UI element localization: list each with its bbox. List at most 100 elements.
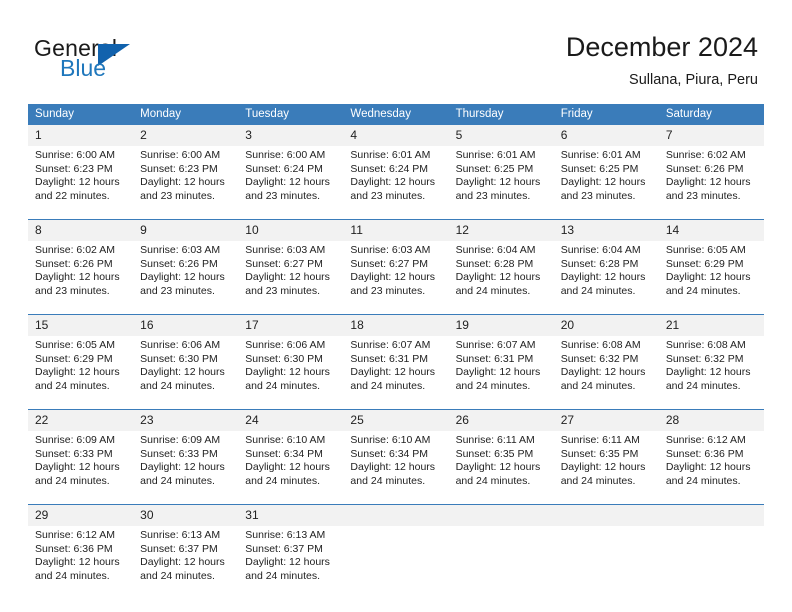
day-cell[interactable]: Sunrise: 6:11 AM Sunset: 6:35 PM Daylight:…	[553, 431, 659, 505]
day-cell[interactable]: Sunrise: 6:07 AM Sunset: 6:31 PM Daylight:…	[448, 336, 554, 410]
day-number[interactable]: 9	[133, 219, 239, 241]
weekday-header-row: Sunday Monday Tuesday Wednesday Thursday…	[28, 104, 764, 125]
day-number[interactable]: 22	[28, 409, 134, 431]
day-cell[interactable]: Sunrise: 6:01 AM Sunset: 6:25 PM Daylight:…	[553, 146, 659, 220]
empty-day-cell	[658, 526, 764, 599]
sunrise-time: Sunrise: 6:05 AM	[665, 244, 746, 256]
day-number[interactable]: 29	[28, 504, 134, 526]
sunset-time: Sunset: 6:29 PM	[35, 352, 113, 365]
day-cell[interactable]: Sunrise: 6:10 AM Sunset: 6:34 PM Daylight:…	[238, 431, 344, 505]
day-cell[interactable]: Sunrise: 6:03 AM Sunset: 6:26 PM Daylight:…	[133, 241, 239, 315]
day-cell[interactable]: Sunrise: 6:12 AM Sunset: 6:36 PM Daylight:…	[658, 431, 764, 505]
day-number[interactable]: 30	[133, 504, 239, 526]
weekday-header-saturday: Saturday	[658, 104, 764, 125]
day-number[interactable]: 24	[238, 409, 344, 431]
day-cell[interactable]: Sunrise: 6:01 AM Sunset: 6:25 PM Daylight:…	[448, 146, 554, 220]
day-cell[interactable]: Sunrise: 6:03 AM Sunset: 6:27 PM Daylight:…	[343, 241, 449, 315]
daylight-duration: and 24 minutes.	[140, 569, 215, 582]
daylight-duration: and 24 minutes.	[35, 569, 110, 582]
week-detail-row: Sunrise: 6:00 AM Sunset: 6:23 PM Daylight:…	[28, 146, 764, 220]
sunrise-time: Sunrise: 6:01 AM	[350, 149, 431, 161]
day-number[interactable]: 1	[28, 125, 134, 146]
day-cell[interactable]: Sunrise: 6:06 AM Sunset: 6:30 PM Daylight:…	[133, 336, 239, 410]
day-cell[interactable]: Sunrise: 6:12 AM Sunset: 6:36 PM Daylight:…	[28, 526, 134, 599]
day-number[interactable]: 31	[238, 504, 344, 526]
week-detail-row: Sunrise: 6:02 AM Sunset: 6:26 PM Daylight:…	[28, 241, 764, 315]
day-number[interactable]: 8	[28, 219, 134, 241]
day-number[interactable]: 5	[448, 125, 554, 146]
day-cell[interactable]: Sunrise: 6:08 AM Sunset: 6:32 PM Daylight:…	[658, 336, 764, 410]
daylight-duration: Daylight: 12 hours	[245, 461, 330, 474]
sunrise-time: Sunrise: 6:13 AM	[245, 529, 326, 541]
daylight-duration: Daylight: 12 hours	[35, 461, 120, 474]
sunset-time: Sunset: 6:32 PM	[560, 352, 639, 365]
day-number[interactable]: 4	[343, 125, 449, 146]
daylight-duration: Daylight: 12 hours	[245, 366, 330, 379]
sunset-time: Sunset: 6:36 PM	[665, 447, 744, 460]
daylight-duration: and 24 minutes.	[560, 379, 636, 392]
day-number[interactable]: 19	[448, 314, 554, 336]
day-number[interactable]: 27	[553, 409, 659, 431]
week-daynumber-row: 8 9 10 11 12 13 14	[28, 219, 764, 241]
daylight-duration: Daylight: 12 hours	[560, 176, 646, 189]
day-number[interactable]: 25	[343, 409, 449, 431]
day-cell[interactable]: Sunrise: 6:01 AM Sunset: 6:24 PM Daylight:…	[343, 146, 449, 220]
day-number[interactable]: 10	[238, 219, 344, 241]
daylight-duration: Daylight: 12 hours	[350, 366, 436, 379]
day-cell[interactable]: Sunrise: 6:13 AM Sunset: 6:37 PM Daylight:…	[133, 526, 239, 599]
logo-text-blue: Blue	[60, 55, 107, 81]
sunset-time: Sunset: 6:33 PM	[140, 447, 218, 460]
sunrise-time: Sunrise: 6:02 AM	[35, 244, 115, 256]
day-cell[interactable]: Sunrise: 6:09 AM Sunset: 6:33 PM Daylight:…	[133, 431, 239, 505]
calendar-page: General Blue December 2024 Sullana, Piur…	[0, 0, 792, 612]
day-number[interactable]: 17	[238, 314, 344, 336]
day-cell[interactable]: Sunrise: 6:05 AM Sunset: 6:29 PM Daylight:…	[28, 336, 134, 410]
day-number[interactable]: 16	[133, 314, 239, 336]
sunrise-time: Sunrise: 6:02 AM	[665, 149, 746, 161]
day-cell[interactable]: Sunrise: 6:11 AM Sunset: 6:35 PM Daylight:…	[448, 431, 554, 505]
day-cell[interactable]: Sunrise: 6:04 AM Sunset: 6:28 PM Daylight:…	[553, 241, 659, 315]
sunset-time: Sunset: 6:27 PM	[350, 257, 429, 270]
day-cell[interactable]: Sunrise: 6:00 AM Sunset: 6:24 PM Daylight:…	[238, 146, 344, 220]
sunset-time: Sunset: 6:34 PM	[350, 447, 429, 460]
day-cell[interactable]: Sunrise: 6:02 AM Sunset: 6:26 PM Daylight:…	[28, 241, 134, 315]
day-cell[interactable]: Sunrise: 6:00 AM Sunset: 6:23 PM Daylight:…	[28, 146, 134, 220]
day-cell[interactable]: Sunrise: 6:06 AM Sunset: 6:30 PM Daylight:…	[238, 336, 344, 410]
week-daynumber-row: 15 16 17 18 19 20 21	[28, 314, 764, 336]
day-cell[interactable]: Sunrise: 6:00 AM Sunset: 6:23 PM Daylight:…	[133, 146, 239, 220]
day-number[interactable]: 26	[448, 409, 554, 431]
day-number[interactable]: 3	[238, 125, 344, 146]
day-number[interactable]: 13	[553, 219, 659, 241]
day-cell[interactable]: Sunrise: 6:08 AM Sunset: 6:32 PM Daylight:…	[553, 336, 659, 410]
sunrise-time: Sunrise: 6:00 AM	[245, 149, 326, 161]
sunrise-time: Sunrise: 6:13 AM	[140, 529, 221, 541]
day-number[interactable]: 14	[658, 219, 764, 241]
day-number[interactable]: 20	[553, 314, 659, 336]
day-number[interactable]: 7	[658, 125, 764, 146]
sunset-time: Sunset: 6:23 PM	[35, 162, 113, 175]
day-cell[interactable]: Sunrise: 6:04 AM Sunset: 6:28 PM Daylight:…	[448, 241, 554, 315]
day-number[interactable]: 12	[448, 219, 554, 241]
day-cell[interactable]: Sunrise: 6:10 AM Sunset: 6:34 PM Daylight:…	[343, 431, 449, 505]
day-number[interactable]: 23	[133, 409, 239, 431]
day-number[interactable]: 18	[343, 314, 449, 336]
day-number[interactable]: 28	[658, 409, 764, 431]
daylight-duration: and 24 minutes.	[245, 569, 320, 582]
day-cell[interactable]: Sunrise: 6:05 AM Sunset: 6:29 PM Daylight:…	[658, 241, 764, 315]
weekday-header-wednesday: Wednesday	[343, 104, 449, 125]
daylight-duration: Daylight: 12 hours	[665, 461, 751, 474]
day-cell[interactable]: Sunrise: 6:09 AM Sunset: 6:33 PM Daylight:…	[28, 431, 134, 505]
day-cell[interactable]: Sunrise: 6:07 AM Sunset: 6:31 PM Daylight:…	[343, 336, 449, 410]
day-number[interactable]: 2	[133, 125, 239, 146]
daylight-duration: Daylight: 12 hours	[350, 176, 436, 189]
sunrise-sunset-calendar-table: Sunday Monday Tuesday Wednesday Thursday…	[28, 104, 764, 599]
sunrise-time: Sunrise: 6:08 AM	[665, 339, 746, 351]
day-cell[interactable]: Sunrise: 6:03 AM Sunset: 6:27 PM Daylight:…	[238, 241, 344, 315]
day-cell[interactable]: Sunrise: 6:13 AM Sunset: 6:37 PM Daylight:…	[238, 526, 344, 599]
day-number[interactable]: 21	[658, 314, 764, 336]
day-number[interactable]: 6	[553, 125, 659, 146]
day-number[interactable]: 11	[343, 219, 449, 241]
day-number[interactable]: 15	[28, 314, 134, 336]
day-cell[interactable]: Sunrise: 6:02 AM Sunset: 6:26 PM Daylight:…	[658, 146, 764, 220]
empty-day-cell	[448, 526, 554, 599]
